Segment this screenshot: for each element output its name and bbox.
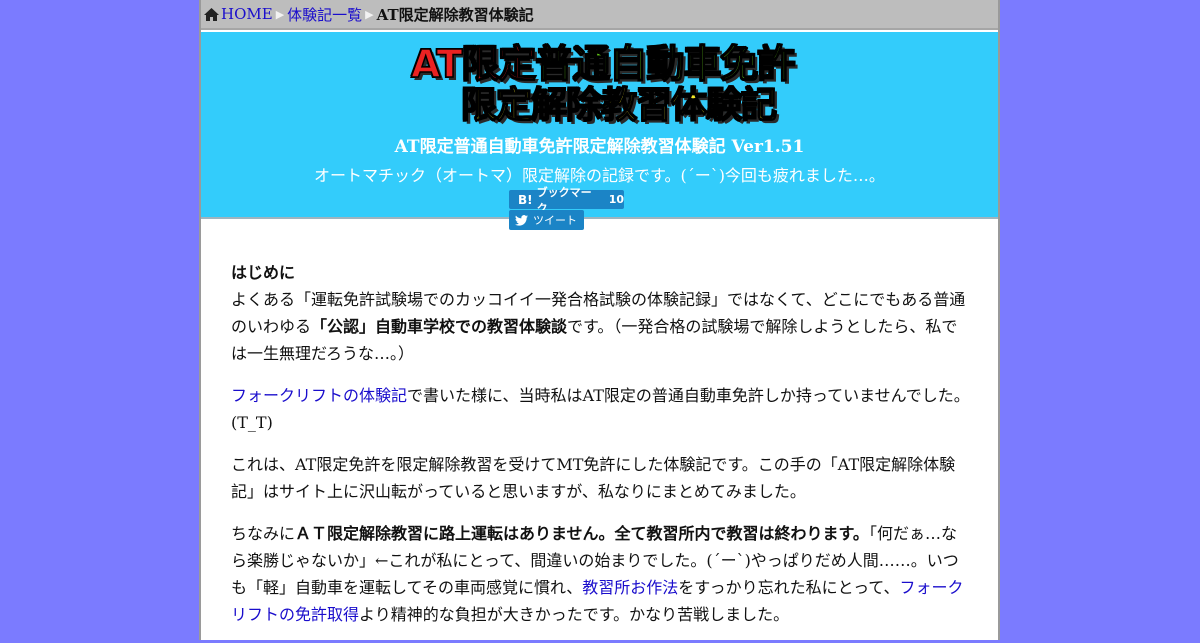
- triangle-separator-icon: ▶: [365, 7, 374, 21]
- logo-green-text: 普通自動車免許: [535, 41, 797, 87]
- note-text-4: より精神的な負担が大きかったです。かなり苦戦しました。: [359, 605, 790, 624]
- note-text-3: をすっかり忘れた私にとって、: [678, 578, 900, 597]
- logo-line-1: AT限定普通自動車免許: [410, 41, 797, 87]
- tweet-label: ツイート: [533, 214, 577, 227]
- site-title: AT限定普通自動車免許限定解除教習体験記 Ver1.51: [394, 137, 805, 157]
- logo-red-text: AT限定: [410, 41, 537, 87]
- hatena-b-icon: B!: [518, 192, 533, 207]
- section-heading: はじめに: [231, 263, 296, 282]
- hatena-count: 10: [608, 193, 624, 206]
- intro-paragraph: よくある「運転免許試験場でのカッコイイ一発合格試験の体験記録」ではなくて、どこに…: [231, 286, 971, 367]
- twitter-bird-icon: [515, 214, 528, 226]
- site-subtitle: オートマチック（オートマ）限定解除の記録です。(´ー`)今回も疲れました…。: [314, 166, 885, 185]
- article-content: はじめに よくある「運転免許試験場でのカッコイイ一発合格試験の体験記録」ではなく…: [231, 259, 971, 643]
- breadcrumb-list-link[interactable]: 体験記一覧: [287, 4, 362, 25]
- breadcrumb-current: AT限定解除教習体験記: [376, 5, 534, 24]
- site-logo[interactable]: AT限定普通自動車免許 限定解除教習体験記: [410, 41, 797, 128]
- breadcrumb-home-link[interactable]: HOME: [221, 5, 273, 23]
- intro-bold-text: 「公認」自動車学校での教習体験談: [311, 317, 568, 336]
- note-text-1: ちなみに: [231, 524, 296, 543]
- note-bold-text: ＡＴ限定解除教習に路上運転はありません。全て教習所内で教習は終わります。: [295, 524, 869, 543]
- tweet-button[interactable]: ツイート: [509, 210, 584, 230]
- hatena-bookmark-button[interactable]: B! ブックマーク 10: [509, 186, 624, 215]
- logo-line-2: 限定解除教習体験記: [460, 85, 778, 127]
- home-icon: [203, 7, 220, 22]
- forklift-paragraph: フォークリフトの体験記で書いた様に、当時私はAT限定の普通自動車免許しか持ってい…: [231, 382, 971, 436]
- note-paragraph: ちなみにＡＴ限定解除教習に路上運転はありません。全て教習所内で教習は終わります。…: [231, 520, 971, 628]
- school-manners-link[interactable]: 教習所お作法: [582, 578, 678, 597]
- forklift-article-link[interactable]: フォークリフトの体験記: [231, 386, 407, 405]
- about-paragraph: これは、AT限定免許を限定解除教習を受けてMT免許にした体験記です。この手の「A…: [231, 455, 956, 501]
- site-header: AT限定普通自動車免許 限定解除教習体験記 AT限定普通自動車免許限定解除教習体…: [201, 32, 998, 230]
- breadcrumb: HOME ▶ 体験記一覧 ▶ AT限定解除教習体験記: [201, 0, 998, 30]
- page-container: HOME ▶ 体験記一覧 ▶ AT限定解除教習体験記 AT限定普通自動車免許 限…: [199, 0, 1000, 640]
- triangle-separator-icon: ▶: [275, 7, 285, 21]
